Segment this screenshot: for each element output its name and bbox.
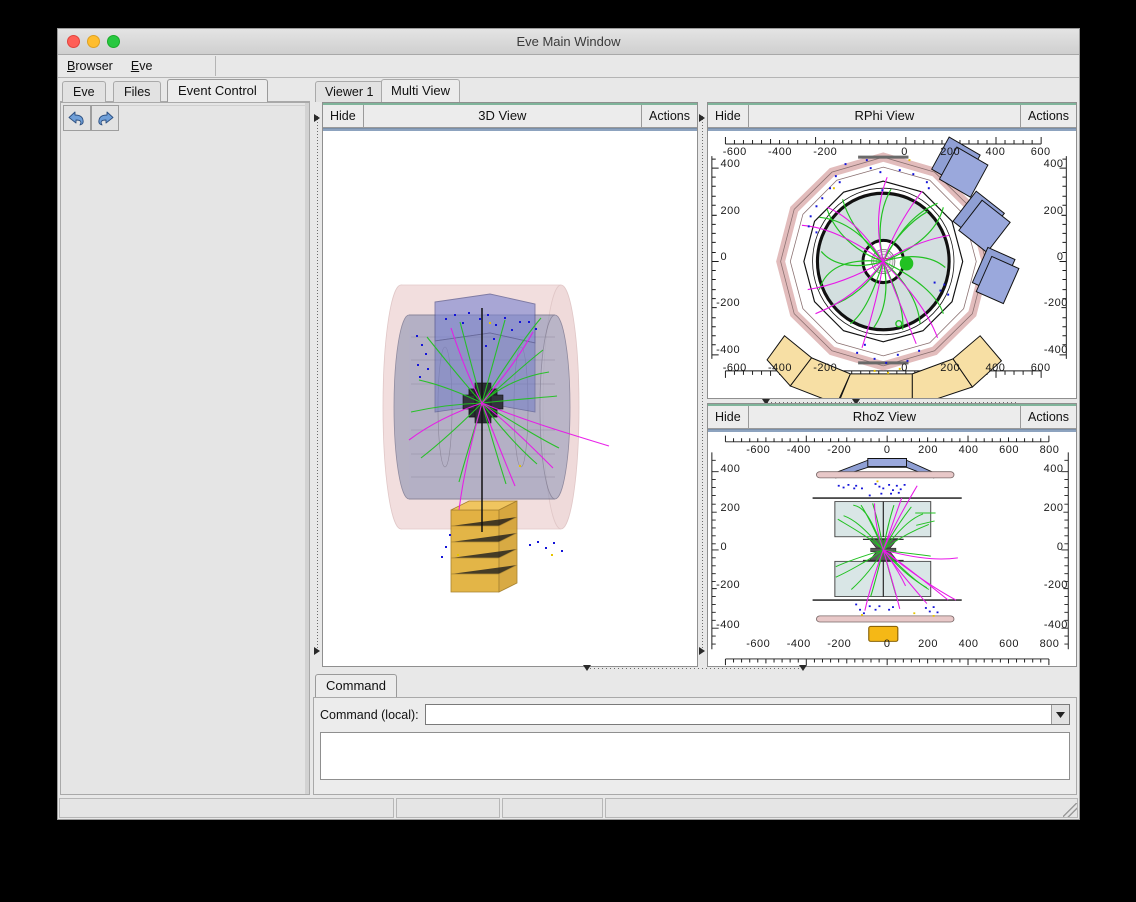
actions-button-rphi[interactable]: Actions [1020,105,1076,127]
undo-arrow-icon [67,109,87,127]
command-input[interactable] [426,705,1051,724]
undo-button[interactable] [63,105,91,131]
pane-rhoz-view: Hide RhoZ View Actions [707,403,1077,667]
status-section-1 [59,798,394,818]
window-title: Eve Main Window [58,29,1079,55]
status-section-4 [605,798,1078,818]
window-titlebar[interactable]: Eve Main Window [58,29,1079,55]
redo-arrow-icon [95,109,115,127]
splitter-3dview-rightstack[interactable] [698,102,707,667]
rhoz-projection-render [708,433,1076,666]
actions-button-rhoz[interactable]: Actions [1020,406,1076,428]
pane-underline-rhoz [708,429,1076,432]
pane-3d-view: Hide 3D View Actions [322,102,698,667]
gl-canvas-3d[interactable] [323,132,697,666]
command-output-area[interactable] [320,732,1070,780]
detector-3d-render [323,132,697,666]
splitter-arrow-right[interactable] [799,665,807,671]
command-tabbar: Command [313,675,1077,697]
command-dropdown-button[interactable] [1051,705,1069,724]
status-section-2 [396,798,500,818]
gl-canvas-rphi[interactable]: -600 -400 -200 0 200 400 600 -600 -400 -… [708,132,1076,398]
command-label: Command (local): [320,708,419,722]
rhoz-axis-top [725,436,1048,442]
splitter-dots [317,116,318,653]
chevron-down-icon [1056,712,1065,718]
splitter-arrow-top[interactable] [699,114,705,122]
rphi-axis-top [725,137,1041,144]
command-combobox[interactable] [425,704,1070,725]
command-panel: Command (local): [313,697,1077,795]
menubar: Browser Eve [58,55,1079,78]
event-control-panel [60,102,310,795]
tab-event-control[interactable]: Event Control [167,79,268,102]
command-dock: Command Command (local): [313,675,1077,795]
pane-header-rhoz: Hide RhoZ View Actions [708,406,1076,429]
multi-view-area: Hide 3D View Actions [313,102,1077,667]
right-dock: Viewer 1 Multi View Hide 3D View Action [313,80,1077,795]
main-body: Eve Files Event Control [58,79,1079,797]
tab-multi-view[interactable]: Multi View [381,79,460,102]
rphi-axis-left [712,156,719,359]
pane-title-rphi: RPhi View [749,105,1020,127]
pane-underline-rphi [708,128,1076,131]
splitter-arrow-bottom[interactable] [314,647,320,655]
toolbar-empty-area [119,105,307,135]
pane-underline-3d [323,128,697,131]
pane-title-3d: 3D View [364,105,641,127]
event-control-toolbar [61,103,309,137]
pane-header-rphi: Hide RPhi View Actions [708,105,1076,128]
status-section-3 [502,798,603,818]
splitter-arrow-top[interactable] [314,114,320,122]
tab-command[interactable]: Command [315,674,397,697]
tab-eve[interactable]: Eve [62,81,106,102]
left-tabbar: Eve Files Event Control [60,80,310,102]
menubar-separator [215,56,216,76]
left-panel-scrollbar[interactable] [305,103,309,794]
splitter-arrow-bottom[interactable] [699,647,705,655]
tab-files[interactable]: Files [113,81,161,102]
splitter-arrow-left[interactable] [583,665,591,671]
hide-button-3d[interactable]: Hide [323,105,364,127]
splitter-dots [590,668,800,669]
pane-header-3d: Hide 3D View Actions [323,105,697,128]
gl-canvas-rhoz[interactable]: -600 -400 -200 0 200 400 600 800 -600 -4… [708,433,1076,666]
splitter-viewer-command[interactable] [313,665,1077,673]
eve-main-window: Eve Main Window Browser Eve Eve Files Ev… [57,28,1080,820]
menu-browser[interactable]: Browser [58,57,122,75]
splitter-left-3dview[interactable] [313,102,322,667]
left-dock: Eve Files Event Control [60,80,310,795]
resize-grip[interactable] [1063,803,1077,817]
viewer-tabbar: Viewer 1 Multi View [313,80,1077,102]
pane-rphi-view: Hide RPhi View Actions [707,102,1077,399]
pane-title-rhoz: RhoZ View [749,406,1020,428]
menu-eve[interactable]: Eve [122,57,162,75]
desktop-background: Eve Main Window Browser Eve Eve Files Ev… [0,0,1136,902]
command-row: Command (local): [320,704,1070,725]
rphi-projection-render [708,132,1076,398]
statusbar [59,798,1078,818]
tab-viewer-1[interactable]: Viewer 1 [315,81,383,102]
hide-button-rphi[interactable]: Hide [708,105,749,127]
redo-button[interactable] [91,105,119,131]
hide-button-rhoz[interactable]: Hide [708,406,749,428]
splitter-dots [702,116,703,653]
actions-button-3d[interactable]: Actions [641,105,697,127]
